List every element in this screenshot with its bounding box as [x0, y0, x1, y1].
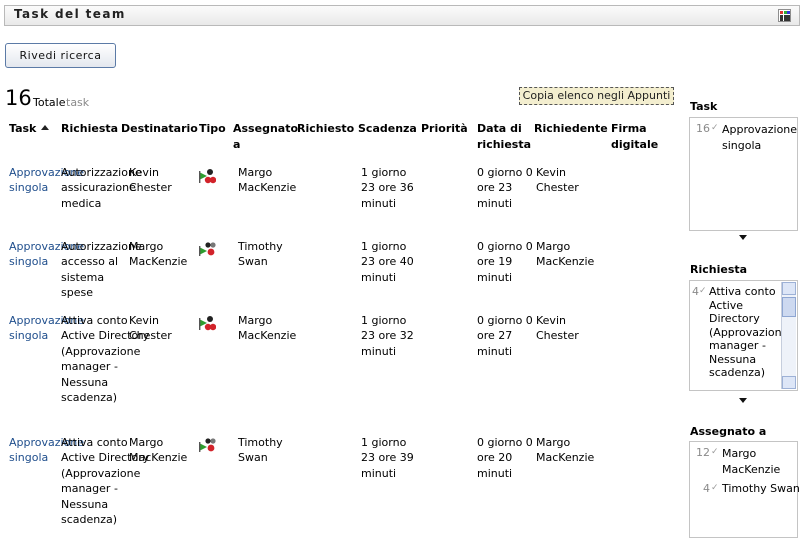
request-cell: Autorizzazione accesso al sistema spese: [61, 240, 142, 300]
filter-title-task: Task: [690, 100, 718, 113]
review-search-button[interactable]: Rivedi ricerca: [5, 43, 116, 68]
filter-list-assigned: 12 ✓ Margo MacKenzie 4 ✓ Timothy Swan: [689, 441, 800, 538]
filter-item-label: Margo MacKenzie: [722, 447, 781, 476]
scroll-up-button[interactable]: [782, 282, 796, 295]
column-header-assigned[interactable]: Assegnato a: [233, 121, 298, 153]
filter-item-count: 12: [696, 446, 710, 459]
deadline-cell: 1 giorno 23 ore 32 minuti: [361, 314, 414, 358]
deadline-cell: 1 giorno 23 ore 39 minuti: [361, 436, 414, 480]
assigned-cell: Timothy Swan: [238, 436, 283, 465]
copy-to-clipboard-button[interactable]: Copia elenco negli Appunti: [519, 87, 674, 105]
column-header-deadline[interactable]: Scadenza: [358, 121, 417, 137]
column-header-signature[interactable]: Firma digitale: [611, 121, 659, 153]
panel-title-bar: Task del team: [4, 5, 800, 26]
request-date-cell: 0 giorno 0 ore 27 minuti: [477, 314, 533, 358]
column-header-request[interactable]: Richiesta: [61, 121, 118, 137]
request-cell: Autorizzazione assicurazione medica: [61, 166, 142, 210]
assigned-cell: Margo MacKenzie: [238, 166, 297, 195]
person-group-flag-icon: [199, 169, 216, 184]
grid-icon[interactable]: [778, 9, 791, 22]
person-group-flag-icon: [199, 316, 216, 331]
request-date-cell: 0 giorno 0 ore 19 minuti: [477, 240, 533, 284]
check-icon: ✓: [711, 447, 719, 457]
recipient-cell: Margo MacKenzie: [129, 240, 188, 269]
check-icon: ✓: [699, 286, 707, 296]
recipient-cell: Margo MacKenzie: [129, 436, 188, 465]
task-link[interactable]: Approvazione singola: [9, 435, 84, 466]
filter-item-label: Timothy Swan: [722, 482, 800, 495]
request-date-cell: 0 giorno 0 ore 23 minuti: [477, 166, 533, 210]
requester-cell: Kevin Chester: [536, 166, 579, 195]
column-header-type[interactable]: Tipo: [199, 121, 226, 137]
total-label: Totale: [33, 96, 66, 109]
task-count: 16: [5, 86, 32, 110]
filter-list-request: 4 ✓ Attiva conto Active Directory (Appro…: [689, 280, 798, 391]
column-header-priority[interactable]: Priorità: [421, 121, 468, 137]
task-link[interactable]: Approvazione singola: [9, 313, 84, 344]
filter-item-label: Attiva conto Active Directory (Approvazi…: [709, 285, 789, 379]
task-unit-label: task: [66, 96, 90, 109]
assigned-cell: Timothy Swan: [238, 240, 283, 269]
task-link[interactable]: Approvazione singola: [9, 165, 84, 196]
task-link[interactable]: Approvazione singola: [9, 239, 84, 270]
filter-item-count: 4: [692, 285, 699, 298]
expand-task-filter-icon[interactable]: [739, 235, 747, 240]
filter-scrollbar[interactable]: [781, 282, 796, 389]
check-icon: ✓: [711, 483, 719, 493]
deadline-cell: 1 giorno 23 ore 36 minuti: [361, 166, 414, 210]
recipient-cell: Kevin Chester: [129, 314, 172, 343]
group-flag-icon: [199, 242, 216, 256]
filter-list-task: 16 ✓ Approvazione singola: [689, 117, 798, 231]
deadline-cell: 1 giorno 23 ore 40 minuti: [361, 240, 414, 284]
requester-cell: Margo MacKenzie: [536, 436, 595, 465]
column-header-requested[interactable]: Richiesto: [297, 121, 354, 137]
page-title: Task del team: [14, 7, 126, 21]
request-date-cell: 0 giorno 0 ore 20 minuti: [477, 436, 533, 480]
scroll-thumb[interactable]: [782, 297, 796, 317]
assigned-cell: Margo MacKenzie: [238, 314, 297, 343]
recipient-cell: Kevin Chester: [129, 166, 172, 195]
check-icon: ✓: [711, 123, 719, 133]
filter-item-count: 4: [703, 482, 710, 495]
sort-ascending-icon: [41, 125, 50, 130]
column-header-task[interactable]: Task: [9, 121, 50, 137]
group-flag-icon: [199, 438, 216, 452]
column-header-recipient[interactable]: Destinatario: [121, 121, 198, 137]
requester-cell: Margo MacKenzie: [536, 240, 595, 269]
column-header-requester[interactable]: Richiedente: [534, 121, 608, 137]
filter-title-assigned: Assegnato a: [690, 425, 767, 438]
filter-title-request: Richiesta: [690, 263, 748, 276]
column-header-request-date[interactable]: Data di richiesta: [477, 121, 531, 153]
expand-request-filter-icon[interactable]: [739, 398, 747, 403]
scroll-down-button[interactable]: [782, 376, 796, 389]
filter-item-label: Approvazione singola: [722, 123, 798, 152]
requester-cell: Kevin Chester: [536, 314, 579, 343]
filter-item-count: 16: [696, 122, 710, 135]
